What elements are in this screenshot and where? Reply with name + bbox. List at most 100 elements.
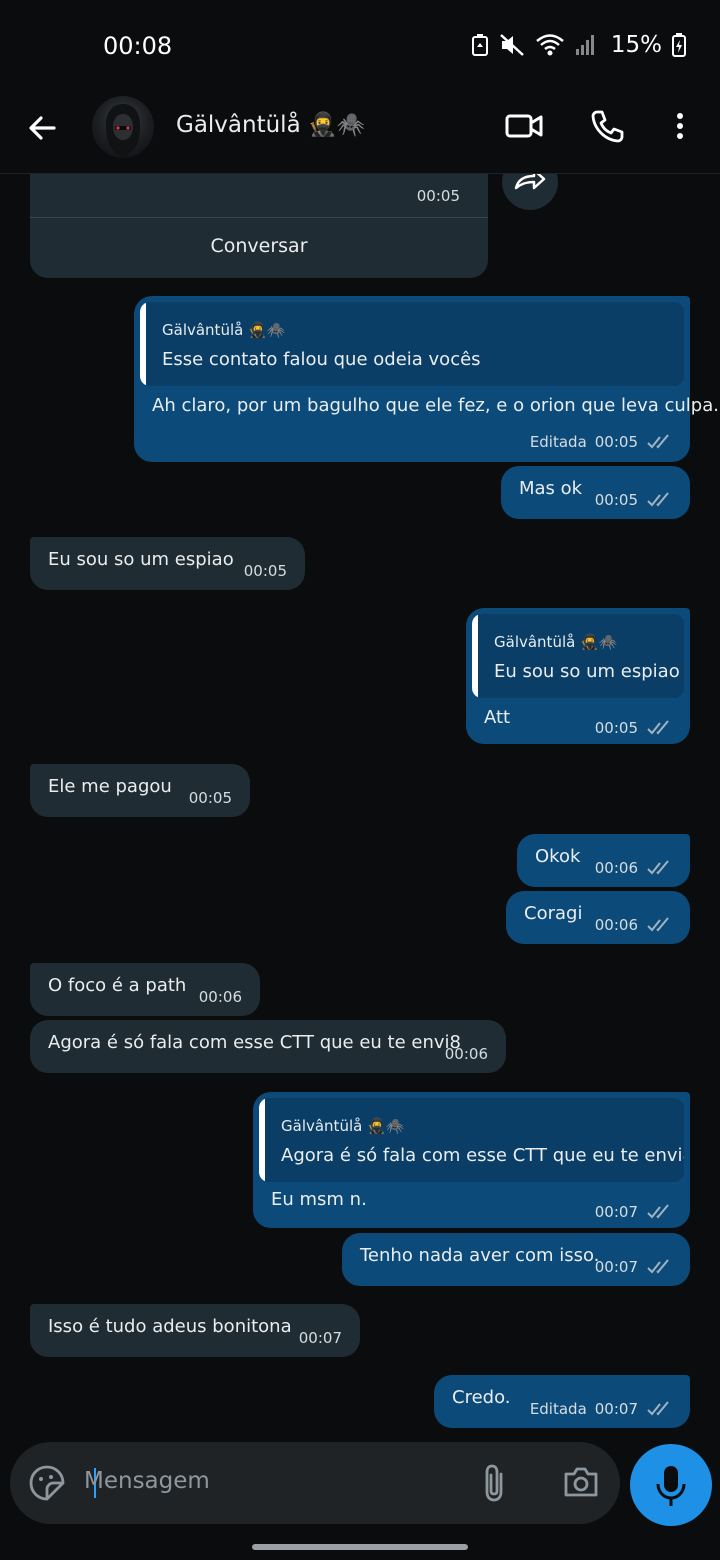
incoming-message[interactable]: Isso é tudo adeus bonitona 00:07: [30, 1304, 360, 1357]
message-text: Ele me pagou: [48, 776, 172, 797]
message-meta: 00:07: [595, 1255, 674, 1279]
message-time: 00:06: [594, 916, 638, 934]
video-call-icon: [505, 114, 543, 138]
message-text: Eu msm n.: [271, 1189, 367, 1210]
quoted-message[interactable]: Gälvântülå 🥷🕷️ Agora é só fala com esse …: [259, 1098, 684, 1182]
message-text: Agora é só fala com esse CTT que eu te e…: [48, 1032, 461, 1053]
chat-header: Gälvântülå 🥷🕷️: [0, 92, 720, 174]
voice-call-button[interactable]: [588, 108, 626, 150]
message-time: 00:07: [594, 1203, 638, 1221]
message-text: Isso é tudo adeus bonitona: [48, 1316, 292, 1337]
more-options-button[interactable]: [668, 108, 692, 148]
message-text: Coragi: [524, 903, 583, 924]
message-text: Okok: [535, 846, 581, 867]
message-time: 00:05: [594, 491, 638, 509]
incoming-message[interactable]: Ele me pagou 00:05: [30, 764, 250, 817]
double-check-icon: [647, 1401, 669, 1416]
phone-icon: [591, 110, 624, 143]
message-list[interactable]: 00:05 Conversar Gälvântülå 🥷🕷️ Esse cont…: [0, 174, 720, 1436]
conversar-button[interactable]: Conversar: [30, 234, 488, 258]
quote-author: Gälvântülå 🥷🕷️: [162, 321, 286, 339]
sticker-button[interactable]: [28, 1464, 66, 1506]
status-icons: 15%: [471, 32, 686, 58]
battery-charging-icon: [672, 33, 686, 57]
double-check-icon: [647, 917, 669, 932]
voice-record-button[interactable]: [630, 1444, 712, 1526]
status-time: 00:08: [103, 32, 173, 60]
message-input[interactable]: Mensagem: [84, 1468, 210, 1494]
outgoing-message[interactable]: Coragi 00:06: [506, 891, 690, 944]
outgoing-message[interactable]: Tenho nada aver com isso. 00:07: [342, 1233, 690, 1286]
avatar[interactable]: [92, 96, 154, 158]
outgoing-message[interactable]: Okok 00:06: [517, 834, 690, 887]
message-meta: 00:05: [244, 559, 287, 583]
message-meta: 00:05: [595, 488, 674, 512]
double-check-icon: [647, 720, 669, 735]
message-meta: 00:05: [595, 716, 674, 740]
message-time: 00:07: [594, 1400, 638, 1418]
microphone-icon: [656, 1466, 686, 1506]
message-time: 00:05: [188, 789, 232, 807]
message-meta: 00:07: [299, 1326, 342, 1350]
message-time: 00:06: [444, 1045, 488, 1063]
message-meta: 00:06: [595, 913, 674, 937]
camera-icon: [564, 1467, 598, 1497]
card-time: 00:05: [416, 187, 460, 205]
quote-text: Eu sou so um espiao: [494, 661, 680, 682]
back-button[interactable]: [24, 110, 60, 146]
mute-icon: [500, 34, 524, 56]
contact-name[interactable]: Gälvântülå 🥷🕷️: [176, 111, 365, 138]
hooded-figure-icon: [105, 104, 141, 158]
double-check-icon: [647, 1204, 669, 1219]
message-meta: 00:07: [595, 1200, 674, 1224]
home-indicator[interactable]: [252, 1544, 468, 1550]
double-check-icon: [647, 492, 669, 507]
message-time: 00:06: [594, 859, 638, 877]
double-check-icon: [647, 434, 669, 449]
edited-label: Editada: [529, 433, 587, 451]
forward-button[interactable]: [502, 174, 558, 210]
contact-card: 00:05 Conversar: [30, 174, 488, 278]
quote-text: Agora é só fala com esse CTT que eu te e…: [281, 1145, 684, 1166]
message-text: Tenho nada aver com isso.: [360, 1245, 600, 1266]
message-text: Eu sou so um espiao: [48, 549, 234, 570]
message-text: Ah claro, por um bagulho que ele fez, e …: [152, 395, 719, 416]
wifi-icon: [536, 34, 564, 56]
quote-author: Gälvântülå 🥷🕷️: [494, 633, 618, 651]
outgoing-message[interactable]: Mas ok 00:05: [501, 466, 690, 519]
outgoing-message[interactable]: Gälvântülå 🥷🕷️ Eu sou so um espiao Att 0…: [466, 608, 690, 744]
message-time: 00:05: [594, 719, 638, 737]
message-time: 00:05: [243, 562, 287, 580]
message-text: O foco é a path: [48, 975, 187, 996]
message-time: 00:06: [198, 988, 242, 1006]
video-call-button[interactable]: [504, 108, 544, 148]
quote-bar: [472, 614, 478, 698]
camera-button[interactable]: [562, 1464, 600, 1504]
message-meta: 00:06: [199, 985, 242, 1009]
outgoing-message[interactable]: Credo. Editada 00:07: [434, 1375, 690, 1428]
message-time: 00:07: [298, 1329, 342, 1347]
message-time: 00:07: [594, 1258, 638, 1276]
quote-text: Esse contato falou que odeia vocês: [162, 349, 481, 370]
back-arrow-icon: [29, 116, 56, 140]
incoming-message[interactable]: Agora é só fala com esse CTT que eu te e…: [30, 1020, 506, 1073]
status-bar: 00:08 15%: [0, 0, 720, 92]
battery-percent: 15%: [610, 32, 662, 58]
message-text: Mas ok: [519, 478, 583, 499]
quote-author: Gälvântülå 🥷🕷️: [281, 1117, 405, 1135]
message-meta: 00:05: [189, 786, 232, 810]
quote-bar: [259, 1098, 265, 1182]
edited-label: Editada: [529, 1400, 587, 1418]
battery-saver-icon: [471, 34, 488, 56]
double-check-icon: [647, 860, 669, 875]
outgoing-message[interactable]: Gälvântülå 🥷🕷️ Agora é só fala com esse …: [253, 1092, 690, 1228]
more-vert-icon: [677, 113, 683, 139]
incoming-message[interactable]: O foco é a path 00:06: [30, 963, 260, 1016]
attach-button[interactable]: [480, 1462, 510, 1508]
quoted-message[interactable]: Gälvântülå 🥷🕷️ Eu sou so um espiao: [472, 614, 684, 698]
quote-bar: [140, 302, 146, 386]
message-composer[interactable]: Mensagem: [10, 1442, 620, 1524]
incoming-message[interactable]: Eu sou so um espiao 00:05: [30, 537, 305, 590]
quoted-message[interactable]: Gälvântülå 🥷🕷️ Esse contato falou que od…: [140, 302, 684, 386]
outgoing-message[interactable]: Gälvântülå 🥷🕷️ Esse contato falou que od…: [134, 296, 719, 462]
